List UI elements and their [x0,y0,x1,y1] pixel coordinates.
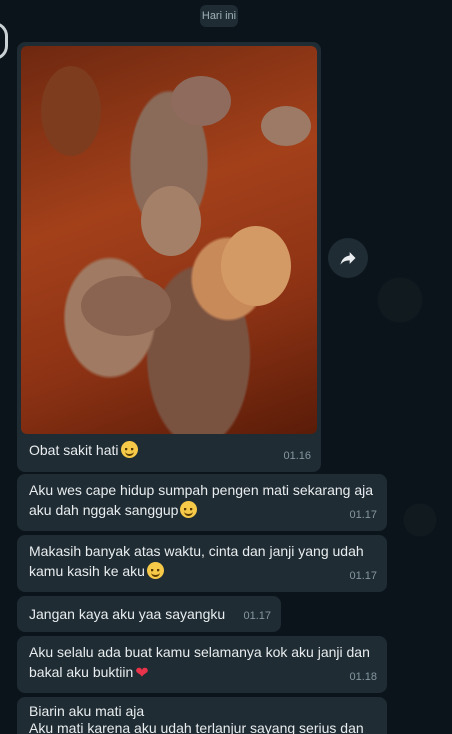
red-heart-emoji-icon: ❤ [135,665,149,682]
message-text: Aku wes cape hidup sumpah pengen mati se… [29,482,373,518]
smile-emoji-icon [146,562,164,579]
message-bubble[interactable]: Jangan kaya aku yaa sayangku 01.17 [17,596,281,632]
message-text: Makasih banyak atas waktu, cinta dan jan… [29,543,364,579]
message-time: 01.18 [349,671,377,683]
message-text: Jangan kaya aku yaa sayangku [29,606,226,622]
message-text: Biarin aku mati aja Aku mati karena aku … [29,703,364,734]
photo-caption: Obat sakit hati [29,440,138,460]
smile-emoji-icon [180,501,198,518]
date-separator: Hari ini [200,5,238,27]
photo-detail [141,186,201,256]
photo-detail [261,106,311,146]
message-time: 01.17 [243,610,271,622]
photo-message-bubble[interactable]: Obat sakit hati 01.16 [17,42,321,472]
message-time: 01.16 [283,450,311,462]
date-label: Hari ini [201,10,237,22]
message-bubble[interactable]: Aku selalu ada buat kamu selamanya kok a… [17,636,387,693]
photo-detail [221,226,291,306]
message-time: 01.17 [349,509,377,521]
message-bubble[interactable]: Makasih banyak atas waktu, cinta dan jan… [17,535,387,592]
smile-emoji-icon [120,441,138,458]
message-text: Aku selalu ada buat kamu selamanya kok a… [29,644,370,682]
photo-detail [81,276,171,336]
share-forward-icon [340,252,356,265]
photo-detail [171,76,231,126]
message-bubble[interactable]: Aku wes cape hidup sumpah pengen mati se… [17,474,387,531]
food-photo[interactable] [21,46,317,434]
message-bubble[interactable]: Biarin aku mati aja Aku mati karena aku … [17,697,387,734]
photo-detail [41,66,101,156]
message-time: 01.17 [349,570,377,582]
forward-button[interactable] [328,238,368,278]
